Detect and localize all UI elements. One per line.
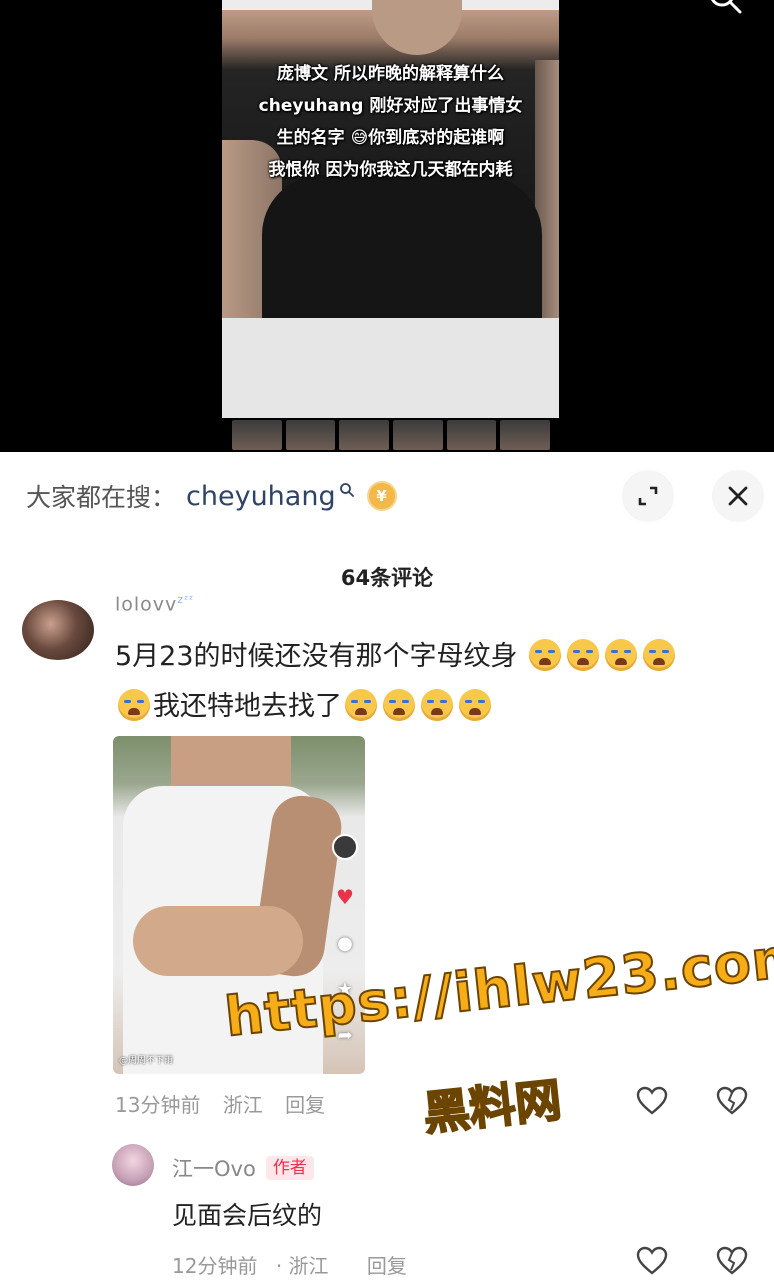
heart-outline-icon[interactable] — [636, 1246, 668, 1276]
video-chin — [372, 0, 462, 55]
comment-time: 12分钟前 — [172, 1254, 258, 1278]
crying-emoji-icon — [118, 689, 150, 721]
comment-sheet: 大家都在搜： cheyuhang ¥ 64条评论 lolovvzᶻᶻ 5月23的… — [0, 452, 774, 1280]
video-caption-line: cheyuhang 刚好对应了出事情女 — [258, 96, 523, 116]
broken-heart-icon[interactable] — [716, 1086, 748, 1116]
avatar[interactable] — [22, 600, 94, 660]
author-badge: 作者 — [265, 1156, 314, 1180]
thumbnail[interactable] — [339, 420, 390, 450]
username-text: lolovv — [115, 593, 178, 616]
crying-emoji-icon — [643, 639, 676, 671]
video-caption-line: 生的名字 😅你到底对的起谁啊 — [276, 128, 505, 148]
comment-sheet-header: 大家都在搜： cheyuhang ¥ — [0, 452, 774, 538]
comment-meta: 13分钟前 浙江 回复 — [115, 1089, 341, 1118]
comment-location: · 浙江 — [275, 1254, 329, 1278]
reply-text: 见面会后纹的 — [172, 1201, 323, 1230]
comment-bubble-icon: ● — [337, 933, 353, 954]
comment-time: 13分钟前 — [115, 1093, 201, 1117]
crying-emoji-icon — [529, 639, 562, 671]
video-thumbnail-strip[interactable] — [232, 420, 551, 450]
thumbnail[interactable] — [285, 420, 336, 450]
avatar[interactable] — [112, 1144, 154, 1186]
video-shirt — [262, 175, 542, 318]
sleep-icon: zᶻᶻ — [177, 593, 195, 606]
photo-sidebar: ♥ ● ★ ➦ — [325, 766, 365, 1066]
video-caption-line: 庞博文 所以昨晚的解释算什么 — [277, 64, 504, 84]
close-button[interactable] — [712, 470, 764, 522]
crying-emoji-icon — [345, 689, 377, 721]
comment-image[interactable]: ♥ ● ★ ➦ @周周不下雨 — [113, 736, 365, 1074]
thumbnail[interactable] — [446, 420, 497, 450]
hot-search-bar[interactable]: 大家都在搜： cheyuhang ¥ — [26, 476, 397, 516]
crying-emoji-icon — [605, 639, 638, 671]
video-blank-area — [222, 318, 559, 418]
coin-icon: ¥ — [366, 481, 397, 511]
thumbnail[interactable] — [500, 420, 551, 450]
crying-emoji-icon — [567, 639, 600, 671]
close-icon — [728, 486, 748, 506]
thumbnail[interactable] — [393, 420, 443, 450]
username-text: 江一Ovo — [172, 1157, 256, 1181]
heart-icon: ♥ — [336, 885, 354, 909]
comment-text: 5月23的时候还没有那个字母纹身 我还特地去找了 — [115, 632, 745, 732]
hot-search-label: 大家都在搜： — [26, 483, 177, 512]
broken-heart-icon[interactable] — [716, 1246, 748, 1276]
video-caption: 庞博文 所以昨晚的解释算什么 cheyuhang 刚好对应了出事情女 生的名字 … — [222, 58, 559, 186]
search-icon — [339, 483, 354, 497]
video-player[interactable]: 庞博文 所以昨晚的解释算什么 cheyuhang 刚好对应了出事情女 生的名字 … — [0, 0, 774, 452]
reply-button[interactable]: 回复 — [285, 1093, 325, 1117]
comment-username[interactable]: lolovvzᶻᶻ — [115, 593, 194, 615]
photo-footer-text: @周周不下雨 — [119, 1056, 174, 1066]
heart-outline-icon[interactable] — [636, 1086, 668, 1116]
comment-count: 64条评论 — [340, 566, 434, 590]
comment-text-part: 我还特地去找了 — [153, 691, 342, 722]
hot-search-term[interactable]: cheyuhang — [186, 481, 336, 512]
photo-hands — [133, 906, 303, 976]
star-icon: ★ — [336, 979, 354, 1000]
comment-location: 浙江 — [222, 1093, 263, 1117]
comment-text-part: 5月23的时候还没有那个字母纹身 — [115, 641, 518, 672]
crying-emoji-icon — [459, 689, 491, 721]
search-icon[interactable] — [706, 0, 746, 18]
reply-button[interactable]: 回复 — [367, 1254, 407, 1278]
reply-meta: 12分钟前 · 浙江 回复 — [172, 1250, 419, 1279]
thumbnail[interactable] — [232, 420, 282, 450]
crying-emoji-icon — [421, 689, 453, 721]
reply-username[interactable]: 江一Ovo 作者 — [172, 1153, 314, 1183]
expand-button[interactable] — [622, 470, 674, 522]
video-caption-line: 我恨你 因为你我这几天都在内耗 — [268, 160, 513, 180]
photo-avatar-icon — [332, 834, 358, 860]
expand-icon — [638, 486, 658, 506]
crying-emoji-icon — [383, 689, 415, 721]
share-icon: ➦ — [337, 1025, 353, 1046]
